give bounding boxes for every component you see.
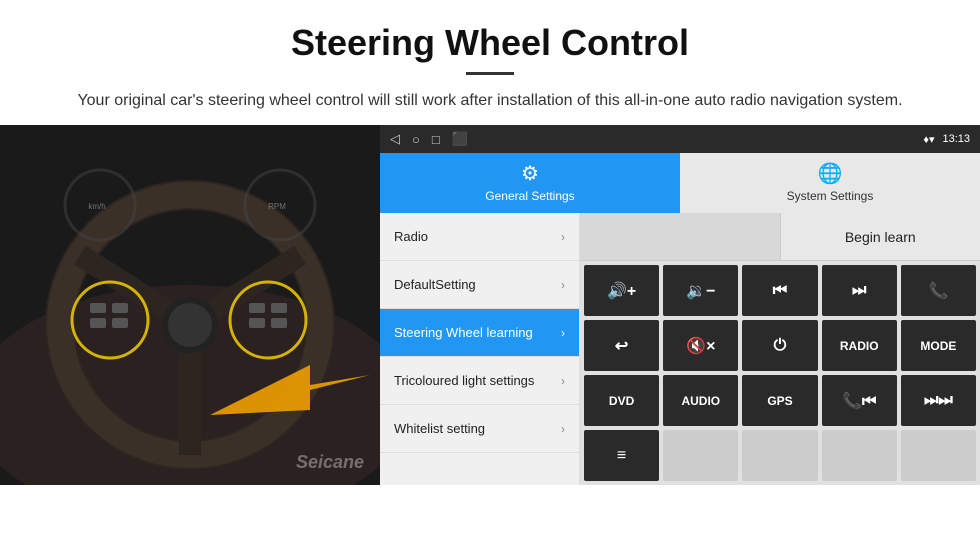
status-bar: ◁ ○ □ ⬛ ♦▾ 13:13 [380,125,980,153]
android-panel: ◁ ○ □ ⬛ ♦▾ 13:13 ⚙ General Settings 🌐 [380,125,980,485]
page-subtitle: Your original car's steering wheel contr… [60,89,920,113]
radio-label: RADIO [840,339,879,353]
menu-item-default[interactable]: DefaultSetting › [380,261,579,309]
prev-track-button[interactable]: ⏮ [742,265,817,316]
prev-track-icon: ⏮ [773,282,787,300]
btn-row-2: ↩ 🔇× ⏻ RADIO MO [584,320,976,371]
right-panel: Begin learn 🔊+ 🔉− [580,213,980,485]
next-track-button[interactable]: ⏭ [822,265,897,316]
signal-icon: ♦▾ [923,133,934,146]
hang-up-button[interactable]: ↩ [584,320,659,371]
empty-btn-2 [742,430,817,481]
btn-row-4: ≡ [584,430,976,481]
time-display: 13:13 [942,133,970,145]
title-divider [466,72,514,75]
vol-down-icon: 🔉− [686,281,715,301]
menu-icon: ≡ [617,447,626,465]
menu-item-whitelist[interactable]: Whitelist setting › [380,405,579,453]
steering-wheel-svg: km/h RPM [0,125,380,485]
skip-button[interactable]: ⏭⏭ [901,375,976,426]
tab-system-label: System Settings [787,189,874,203]
gps-label: GPS [767,394,792,408]
left-menu: Radio › DefaultSetting › Steering Wheel … [380,213,580,485]
chevron-icon-tricoloured: › [561,374,565,388]
tab-general-label: General Settings [485,189,574,203]
vol-up-button[interactable]: 🔊+ [584,265,659,316]
menu-whitelist-label: Whitelist setting [394,421,485,437]
audio-label: AUDIO [681,394,720,408]
top-row: Begin learn [580,213,980,261]
menu-item-tricoloured[interactable]: Tricoloured light settings › [380,357,579,405]
mode-label: MODE [920,339,956,353]
system-settings-icon: 🌐 [818,161,843,186]
page-container: Steering Wheel Control Your original car… [0,0,980,485]
mode-button[interactable]: MODE [901,320,976,371]
gps-button[interactable]: GPS [742,375,817,426]
radio-button[interactable]: RADIO [822,320,897,371]
menu-item-radio[interactable]: Radio › [380,213,579,261]
screenshot-icon[interactable]: ⬛ [452,131,468,147]
menu-item-steering[interactable]: Steering Wheel learning › [380,309,579,357]
dvd-button[interactable]: DVD [584,375,659,426]
dvd-label: DVD [609,394,634,408]
menu-default-label: DefaultSetting [394,277,476,293]
menu-tricoloured-label: Tricoloured light settings [394,373,534,389]
menu-steering-label: Steering Wheel learning [394,325,533,341]
power-icon: ⏻ [774,337,787,355]
button-grid: 🔊+ 🔉− ⏮ ⏭ 📞 [580,261,980,485]
recent-icon[interactable]: □ [432,132,440,147]
btn-row-1: 🔊+ 🔉− ⏮ ⏭ 📞 [584,265,976,316]
audio-button[interactable]: AUDIO [663,375,738,426]
next-track-icon: ⏭ [852,282,866,300]
home-icon[interactable]: ○ [412,132,420,147]
mute-button[interactable]: 🔇× [663,320,738,371]
status-left: ◁ ○ □ ⬛ [390,131,468,147]
btn-row-3: DVD AUDIO GPS 📞⏮ [584,375,976,426]
empty-btn-3 [822,430,897,481]
empty-btn-1 [663,430,738,481]
page-title: Steering Wheel Control [60,22,920,64]
chevron-icon-steering: › [561,326,565,340]
seicane-watermark: Seicane [296,452,364,473]
general-settings-icon: ⚙ [521,161,539,186]
vol-up-icon: 🔊+ [607,281,636,301]
phone-answer-button[interactable]: 📞 [901,265,976,316]
empty-display-box [580,213,781,260]
phone-prev-icon: 📞⏮ [842,391,876,411]
tab-system-settings[interactable]: 🌐 System Settings [680,153,980,213]
status-right: ♦▾ 13:13 [923,133,970,146]
chevron-icon-radio: › [561,230,565,244]
chevron-icon-default: › [561,278,565,292]
svg-text:km/h: km/h [88,202,105,211]
skip-icon: ⏭⏭ [924,392,953,410]
content-area: km/h RPM Seicane ◁ ○ □ ⬛ ♦▾ 13:13 [0,125,980,485]
svg-text:RPM: RPM [268,202,286,211]
chevron-icon-whitelist: › [561,422,565,436]
vol-down-button[interactable]: 🔉− [663,265,738,316]
menu-radio-label: Radio [394,229,428,245]
phone-answer-icon: 📞 [928,281,948,301]
menu-btn[interactable]: ≡ [584,430,659,481]
mute-icon: 🔇× [686,336,715,356]
phone-prev-button[interactable]: 📞⏮ [822,375,897,426]
steering-bg: km/h RPM Seicane [0,125,380,485]
main-content: Radio › DefaultSetting › Steering Wheel … [380,213,980,485]
begin-learn-button[interactable]: Begin learn [781,213,980,260]
power-button[interactable]: ⏻ [742,320,817,371]
header-section: Steering Wheel Control Your original car… [0,0,980,125]
tab-general-settings[interactable]: ⚙ General Settings [380,153,680,213]
empty-btn-4 [901,430,976,481]
hang-up-icon: ↩ [615,336,628,356]
tab-bar: ⚙ General Settings 🌐 System Settings [380,153,980,213]
back-icon[interactable]: ◁ [390,131,400,147]
steering-image: km/h RPM Seicane [0,125,380,485]
